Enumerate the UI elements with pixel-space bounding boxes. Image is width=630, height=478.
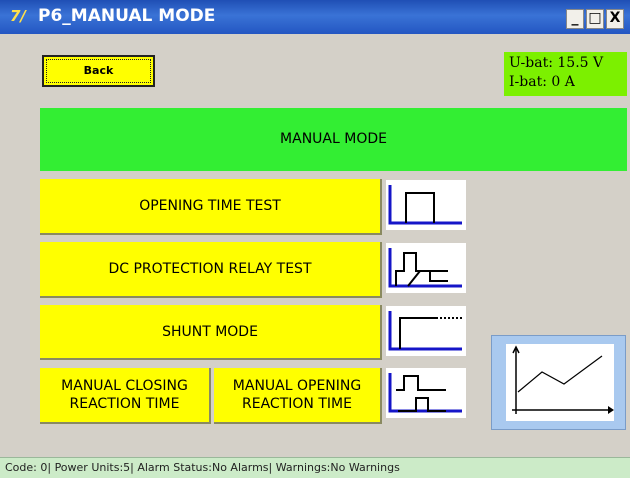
- title-bar: 7/ P6_MANUAL MODE _ □ X: [0, 0, 630, 34]
- battery-readout: U-bat: 15.5 V I-bat: 0 A: [504, 52, 627, 96]
- window-title: P6_MANUAL MODE: [38, 6, 216, 26]
- dc-protection-relay-test-button[interactable]: DC PROTECTION RELAY TEST: [40, 242, 382, 298]
- manual-mode-banner: MANUAL MODE: [40, 108, 627, 171]
- reaction-waveform-icon: [386, 368, 466, 418]
- shunt-step-waveform-icon: [386, 306, 466, 356]
- opening-time-test-button[interactable]: OPENING TIME TEST: [40, 179, 382, 235]
- close-button[interactable]: X: [606, 9, 624, 29]
- relay-step-waveform-icon: [386, 243, 466, 293]
- pulse-waveform-icon: [386, 180, 466, 230]
- battery-voltage: U-bat: 15.5 V: [509, 55, 604, 71]
- graph-chart-icon: [506, 344, 614, 421]
- shunt-mode-button[interactable]: SHUNT MODE: [40, 305, 382, 360]
- status-bar: Code: 0| Power Units:5| Alarm Status:No …: [0, 457, 630, 478]
- maximize-button[interactable]: □: [586, 9, 604, 29]
- back-button[interactable]: Back: [42, 55, 155, 87]
- app-icon: 7/: [10, 7, 26, 25]
- manual-opening-reaction-time-button[interactable]: MANUAL OPENING REACTION TIME: [214, 368, 382, 424]
- minimize-button[interactable]: _: [566, 9, 584, 29]
- battery-current: I-bat: 0 A: [509, 74, 575, 90]
- manual-closing-reaction-time-button[interactable]: MANUAL CLOSING REACTION TIME: [40, 368, 211, 424]
- graph-button[interactable]: [491, 335, 626, 430]
